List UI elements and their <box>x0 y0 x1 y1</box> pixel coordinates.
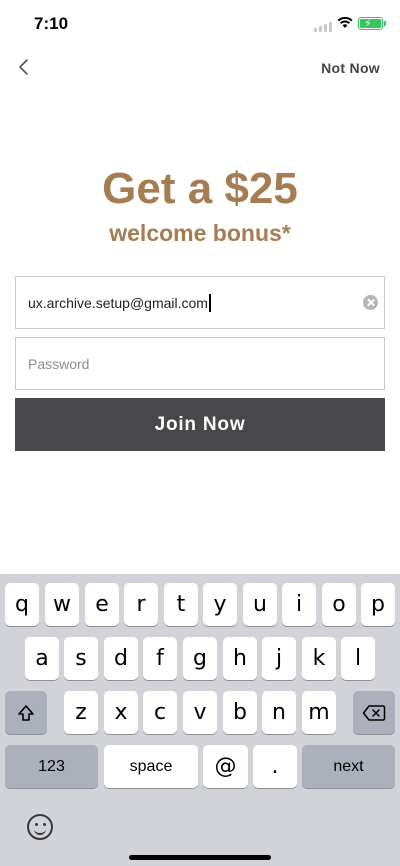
battery-charging-icon: ⚡ <box>358 17 386 30</box>
key-q[interactable]: q <box>5 583 39 626</box>
key-t[interactable]: t <box>164 583 198 626</box>
key-k[interactable]: k <box>302 637 336 680</box>
bonus-title: Get a $25 <box>102 164 298 213</box>
key-o[interactable]: o <box>322 583 356 626</box>
delete-key[interactable] <box>353 691 395 734</box>
key-g[interactable]: g <box>183 637 217 680</box>
shift-key[interactable] <box>5 691 47 734</box>
key-j[interactable]: j <box>262 637 296 680</box>
email-field[interactable]: ux.archive.setup@gmail.com <box>15 276 385 329</box>
wifi-icon <box>337 16 353 28</box>
password-placeholder: Password <box>28 356 90 372</box>
clear-input-icon[interactable] <box>363 295 378 310</box>
at-key[interactable]: @ <box>203 745 248 788</box>
key-h[interactable]: h <box>223 637 257 680</box>
key-m[interactable]: m <box>302 691 336 734</box>
not-now-button[interactable]: Not Now <box>321 60 380 76</box>
key-f[interactable]: f <box>143 637 177 680</box>
key-w[interactable]: w <box>45 583 79 626</box>
period-key[interactable]: . <box>253 745 297 788</box>
shift-icon <box>18 704 34 721</box>
bonus-subtitle: welcome bonus* <box>109 220 291 246</box>
key-v[interactable]: v <box>183 691 217 734</box>
home-indicator <box>129 855 271 860</box>
key-i[interactable]: i <box>282 583 316 626</box>
key-x[interactable]: x <box>104 691 138 734</box>
text-caret <box>208 294 211 312</box>
key-p[interactable]: p <box>361 583 395 626</box>
password-field[interactable]: Password <box>15 337 385 390</box>
cellular-signal-icon <box>314 22 334 32</box>
status-bar: 7:10 ⚡ <box>0 0 400 48</box>
join-now-button[interactable]: Join Now <box>15 398 385 451</box>
space-key[interactable]: space <box>104 745 198 788</box>
key-u[interactable]: u <box>243 583 277 626</box>
key-d[interactable]: d <box>104 637 138 680</box>
key-r[interactable]: r <box>124 583 158 626</box>
key-z[interactable]: z <box>64 691 98 734</box>
email-value: ux.archive.setup@gmail.com <box>28 294 211 312</box>
key-n[interactable]: n <box>262 691 296 734</box>
next-key[interactable]: next <box>302 745 395 788</box>
key-e[interactable]: e <box>85 583 119 626</box>
key-c[interactable]: c <box>143 691 177 734</box>
key-a[interactable]: a <box>25 637 59 680</box>
key-s[interactable]: s <box>64 637 98 680</box>
status-time: 7:10 <box>34 14 69 33</box>
key-b[interactable]: b <box>223 691 257 734</box>
back-chevron-icon[interactable] <box>12 54 38 80</box>
key-l[interactable]: l <box>341 637 375 680</box>
keyboard: q w e r t y u i o p a s d f g h j k l z … <box>0 574 400 866</box>
numbers-key[interactable]: 123 <box>5 745 98 788</box>
emoji-icon[interactable] <box>27 814 53 840</box>
backspace-icon <box>362 704 386 721</box>
key-y[interactable]: y <box>203 583 237 626</box>
